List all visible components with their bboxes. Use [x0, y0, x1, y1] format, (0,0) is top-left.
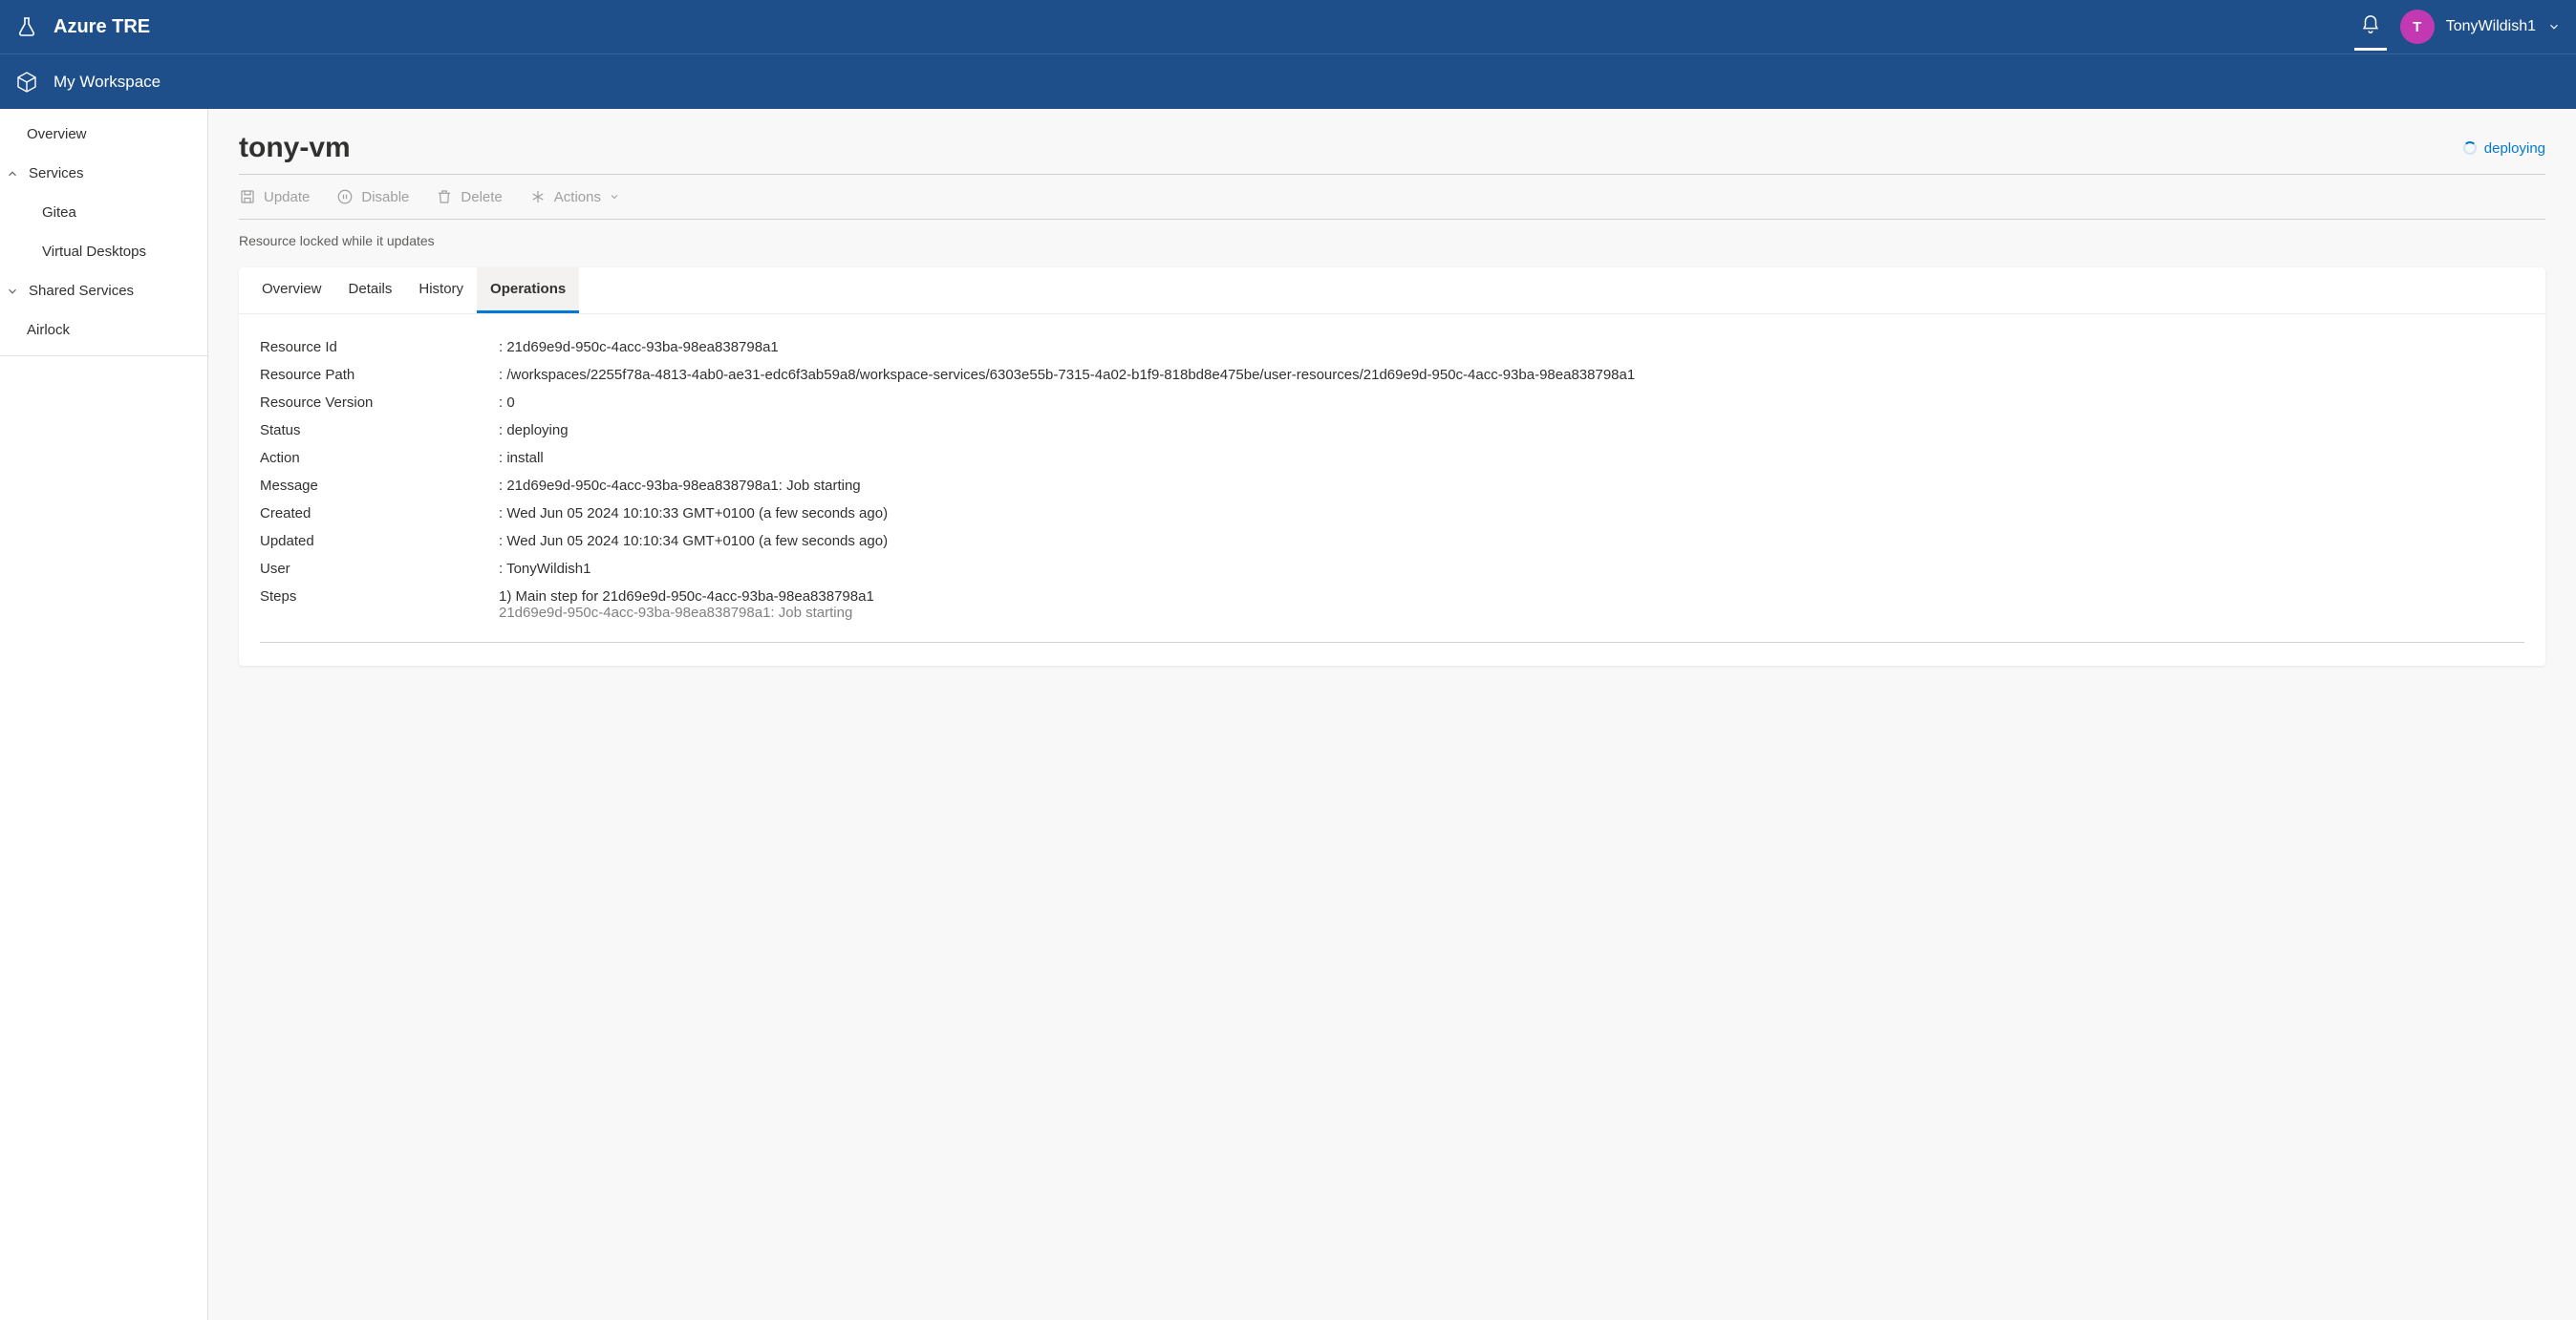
value-message: 21d69e9d-950c-4acc-93ba-98ea838798a1: Jo… — [499, 478, 861, 494]
header-right: T TonyWildish1 — [2360, 10, 2561, 44]
delete-label: Delete — [461, 189, 502, 205]
row-created: Created Wed Jun 05 2024 10:10:33 GMT+010… — [260, 500, 2524, 527]
label-action: Action — [260, 450, 499, 466]
avatar: T — [2400, 10, 2435, 44]
chevron-up-icon — [6, 167, 19, 181]
label-resource-version: Resource Version — [260, 394, 499, 411]
value-resource-version: 0 — [499, 394, 515, 411]
sidebar-item-virtual-desktops[interactable]: Virtual Desktops — [0, 232, 207, 271]
operation-details: Resource Id 21d69e9d-950c-4acc-93ba-98ea… — [239, 314, 2545, 666]
label-status: Status — [260, 422, 499, 438]
pause-icon — [336, 188, 354, 205]
value-steps-main: 1) Main step for 21d69e9d-950c-4acc-93ba… — [499, 588, 2524, 605]
operations-divider — [260, 642, 2524, 643]
title-row: tony-vm deploying — [239, 132, 2545, 175]
sidebar-divider — [0, 355, 207, 356]
row-resource-path: Resource Path /workspaces/2255f78a-4813-… — [260, 361, 2524, 389]
row-action: Action install — [260, 444, 2524, 472]
sidebar-shared-label: Shared Services — [29, 283, 134, 299]
trash-icon — [436, 188, 453, 205]
product-name: Azure TRE — [54, 16, 150, 38]
label-updated: Updated — [260, 533, 499, 549]
actions-label: Actions — [554, 189, 601, 205]
actions-button[interactable]: Actions — [529, 188, 620, 205]
notifications-button[interactable] — [2360, 14, 2381, 39]
bell-icon — [2360, 14, 2381, 35]
save-icon — [239, 188, 256, 205]
row-message: Message 21d69e9d-950c-4acc-93ba-98ea8387… — [260, 472, 2524, 500]
value-created: Wed Jun 05 2024 10:10:33 GMT+0100 (a few… — [499, 505, 888, 522]
value-status: deploying — [499, 422, 569, 438]
tab-overview[interactable]: Overview — [248, 267, 335, 313]
logo-area: Azure TRE — [15, 15, 150, 38]
update-label: Update — [264, 189, 310, 205]
user-menu[interactable]: T TonyWildish1 — [2400, 10, 2561, 44]
label-created: Created — [260, 505, 499, 522]
disable-button[interactable]: Disable — [336, 188, 409, 205]
tab-operations[interactable]: Operations — [477, 267, 579, 313]
lock-message: Resource locked while it updates — [239, 220, 2545, 267]
value-updated: Wed Jun 05 2024 10:10:34 GMT+0100 (a few… — [499, 533, 888, 549]
username: TonyWildish1 — [2446, 18, 2536, 35]
sidebar: Overview Services Gitea Virtual Desktops… — [0, 109, 208, 1320]
label-user: User — [260, 561, 499, 577]
tab-history[interactable]: History — [405, 267, 477, 313]
row-status: Status deploying — [260, 416, 2524, 444]
header-top: Azure TRE T TonyWildish1 — [0, 0, 2576, 53]
value-resource-path: /workspaces/2255f78a-4813-4ab0-ae31-edc6… — [499, 367, 1635, 383]
row-user: User TonyWildish1 — [260, 555, 2524, 583]
disable-label: Disable — [361, 189, 409, 205]
tabs: Overview Details History Operations — [239, 267, 2545, 314]
cube-icon — [15, 71, 38, 94]
label-steps: Steps — [260, 588, 499, 605]
sidebar-item-gitea[interactable]: Gitea — [0, 193, 207, 232]
label-message: Message — [260, 478, 499, 494]
update-button[interactable]: Update — [239, 188, 310, 205]
row-resource-id: Resource Id 21d69e9d-950c-4acc-93ba-98ea… — [260, 333, 2524, 361]
toolbar: Update Disable Delete Actions — [239, 175, 2545, 220]
sidebar-item-airlock[interactable]: Airlock — [0, 310, 207, 350]
panel: Overview Details History Operations Reso… — [239, 267, 2545, 666]
status-chip: deploying — [2463, 140, 2545, 157]
sidebar-services-label: Services — [29, 165, 84, 181]
breadcrumb[interactable]: My Workspace — [54, 73, 161, 92]
row-updated: Updated Wed Jun 05 2024 10:10:34 GMT+010… — [260, 527, 2524, 555]
delete-button[interactable]: Delete — [436, 188, 502, 205]
sidebar-group-shared-services[interactable]: Shared Services — [0, 271, 207, 310]
value-steps-sub: 21d69e9d-950c-4acc-93ba-98ea838798a1: Jo… — [499, 605, 2524, 621]
tab-details[interactable]: Details — [335, 267, 406, 313]
flask-icon — [15, 15, 38, 38]
label-resource-path: Resource Path — [260, 367, 499, 383]
row-resource-version: Resource Version 0 — [260, 389, 2524, 416]
main-content: tony-vm deploying Update Disable — [208, 109, 2576, 1320]
page-title: tony-vm — [239, 132, 351, 164]
value-action: install — [499, 450, 544, 466]
chevron-down-icon — [6, 285, 19, 298]
chevron-down-icon — [609, 191, 620, 202]
value-user: TonyWildish1 — [499, 561, 590, 577]
sidebar-group-services[interactable]: Services — [0, 154, 207, 193]
status-chip-text: deploying — [2484, 140, 2545, 157]
header-sub: My Workspace — [0, 53, 2576, 109]
spinner-icon — [2463, 141, 2477, 155]
value-resource-id: 21d69e9d-950c-4acc-93ba-98ea838798a1 — [499, 339, 779, 355]
asterisk-icon — [529, 188, 547, 205]
chevron-down-icon — [2547, 20, 2561, 33]
label-resource-id: Resource Id — [260, 339, 499, 355]
row-steps: Steps 1) Main step for 21d69e9d-950c-4ac… — [260, 583, 2524, 627]
sidebar-item-overview[interactable]: Overview — [0, 115, 207, 154]
